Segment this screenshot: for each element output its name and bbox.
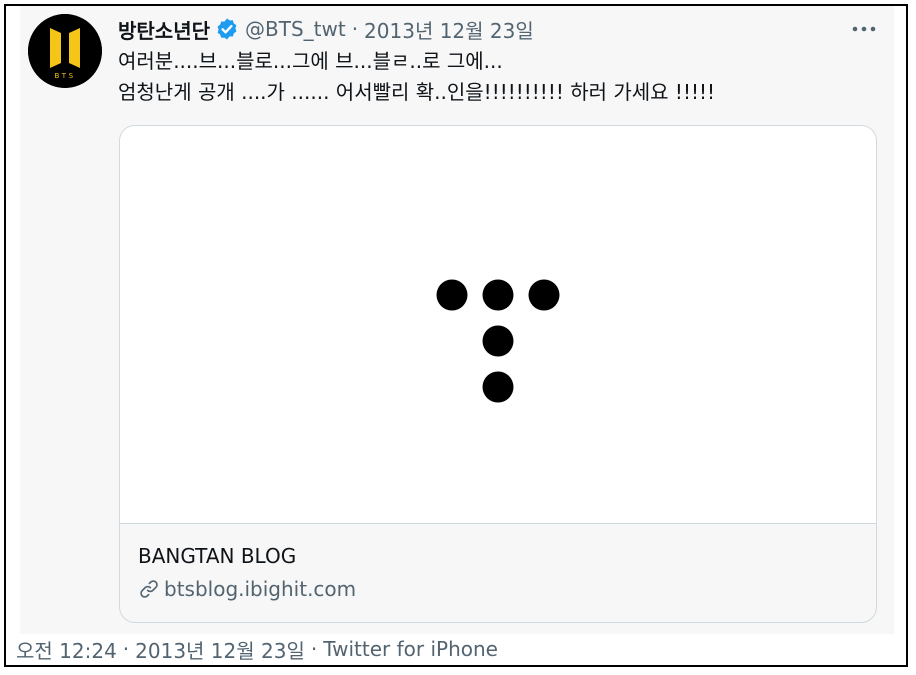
- header-separator: ·: [351, 17, 359, 41]
- verified-badge-icon: [217, 18, 237, 40]
- more-dots-icon: [852, 26, 876, 32]
- footer-date[interactable]: 2013년 12월 23일: [135, 635, 305, 664]
- tweet-date[interactable]: 2013년 12월 23일: [364, 15, 534, 44]
- footer-separator: ·: [310, 637, 318, 661]
- avatar[interactable]: BTS: [28, 14, 102, 88]
- card-title: BANGTAN BLOG: [138, 544, 297, 568]
- user-handle[interactable]: @BTS_twt: [245, 17, 346, 41]
- tweet-time[interactable]: 오전 12:24: [16, 635, 117, 664]
- tweet-header: 방탄소년단 @BTS_twt · 2013년 12월 23일: [118, 14, 534, 44]
- card-url[interactable]: btsblog.ibighit.com: [164, 577, 356, 601]
- logo-text: BTS: [54, 72, 75, 80]
- link-card[interactable]: BANGTAN BLOG btsblog.ibighit.com: [119, 125, 877, 623]
- tweet-source[interactable]: Twitter for iPhone: [323, 637, 498, 661]
- tweet-footer: 오전 12:24 · 2013년 12월 23일 · Twitter for i…: [16, 634, 521, 664]
- display-name[interactable]: 방탄소년단: [118, 15, 210, 44]
- bighit-dots-logo-icon: [436, 279, 560, 403]
- bts-logo-icon: BTS: [28, 14, 102, 88]
- card-media[interactable]: [120, 126, 876, 524]
- link-icon: [140, 580, 158, 598]
- more-options-button[interactable]: [847, 14, 881, 44]
- card-link[interactable]: btsblog.ibighit.com: [138, 577, 356, 601]
- tweet-text-line: 엄청난게 공개 ....가 ...... 어서빨리 확..인을!!!!!!!!!…: [118, 80, 716, 104]
- tweet-text: 여러분....브...블로...그에 브...블ㄹ..로 그에... 엄청난게 …: [118, 46, 878, 108]
- footer-separator: ·: [122, 637, 130, 661]
- tweet-text-line: 여러분....브...블로...그에 브...블ㄹ..로 그에...: [118, 49, 503, 73]
